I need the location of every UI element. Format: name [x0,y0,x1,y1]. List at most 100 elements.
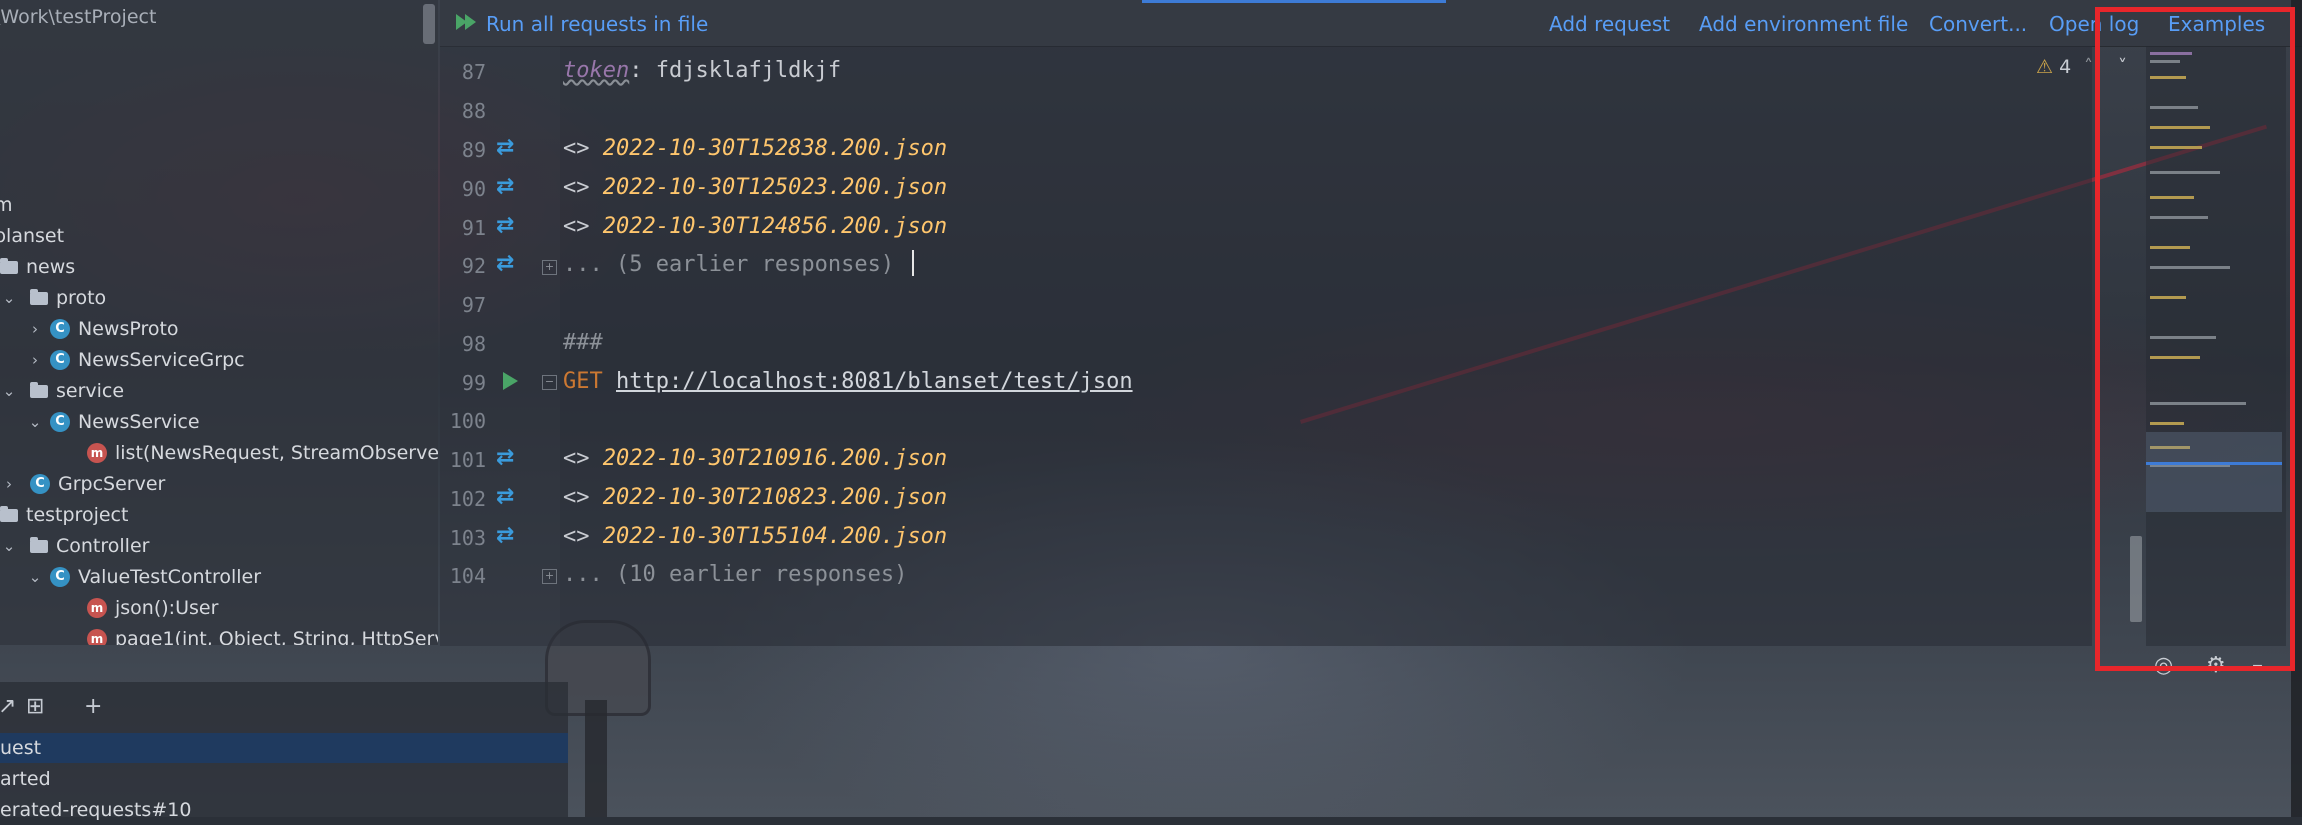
run-all-icon[interactable] [465,14,476,30]
earlier-responses-fold[interactable]: ... (10 earlier responses) [563,562,907,587]
folder-icon [30,288,48,305]
add-request-button[interactable]: Add request [1549,12,1670,36]
services-item[interactable]: uest [0,733,41,763]
services-item[interactable]: erated-requests#10 [0,795,191,825]
tree-item[interactable]: blanset [0,221,64,251]
run-all-button[interactable]: Run all requests in file [486,12,708,36]
tree-scrollbar[interactable] [423,4,435,44]
code-line-response[interactable]: <> 2022-10-30T155104.200.json [563,524,947,549]
tree-item-proto[interactable]: ⌄ proto [0,283,106,313]
convert-button[interactable]: Convert... [1929,12,2027,36]
tree-item-newsservice[interactable]: ⌄ C NewsService [26,407,200,437]
fold-icon[interactable]: − [542,375,557,390]
line-number: 99 [461,371,486,395]
chevron-down-icon[interactable]: ⌄ [0,376,18,406]
services-item[interactable]: arted [0,764,51,794]
add-icon[interactable]: + [84,694,102,719]
earlier-responses-fold[interactable]: ... (5 earlier responses) [563,252,894,277]
response-file-link[interactable]: 2022-10-30T152838.200.json [603,136,947,161]
tree-item-page1-method[interactable]: m page1(int, Object, String, HttpServ [87,624,438,645]
new-tab-icon[interactable]: ⊞ [26,694,44,719]
response-prefix: <> [563,485,603,510]
compare-responses-icon[interactable]: ⇄ [496,524,524,548]
chevron-right-icon[interactable]: › [0,469,18,499]
tree-item-label: json():User [115,597,219,619]
code-line-request[interactable]: GET http://localhost:8081/blanset/test/j… [563,369,1133,394]
compare-responses-icon[interactable]: ⇄ [496,214,524,238]
tree-item-newsproto[interactable]: › C NewsProto [26,314,179,344]
tree-item-label: NewsProto [78,318,179,340]
tree-item[interactable]: m [0,190,13,220]
tree-item-testproject[interactable]: testproject [0,500,128,530]
project-tree: \Work\testProject m blanset news ⌄ proto … [0,0,438,645]
warnings-indicator[interactable]: ⚠ 4 [2036,56,2071,78]
line-number: 87 [461,60,486,84]
method-icon: m [87,443,107,463]
tree-item-controller[interactable]: ⌄ Controller [0,531,150,561]
tree-item-list-method[interactable]: m list(NewsRequest, StreamObserver [87,438,438,468]
code-line-response[interactable]: <> 2022-10-30T124856.200.json [563,214,947,239]
tree-item-json-method[interactable]: m json():User [87,593,218,623]
tree-item-valuetestcontroller[interactable]: ⌄ C ValueTestController [26,562,261,592]
tab-indicator [1142,0,1446,3]
class-icon: C [50,319,70,339]
code-line-response[interactable]: <> 2022-10-30T210823.200.json [563,485,947,510]
compare-responses-icon[interactable]: ⇄ [496,446,524,470]
line-number: 92 [461,254,486,278]
class-icon: C [30,474,50,494]
run-request-icon[interactable] [503,372,518,390]
response-prefix: <> [563,136,603,161]
tree-item-label: testproject [26,504,129,526]
class-icon: C [50,567,70,587]
response-prefix: <> [563,446,603,471]
line-number: 90 [461,177,486,201]
response-file-link[interactable]: 2022-10-30T155104.200.json [603,524,947,549]
code-line-response[interactable]: <> 2022-10-30T152838.200.json [563,136,947,161]
tree-item-news[interactable]: news [0,252,75,282]
response-file-link[interactable]: 2022-10-30T125023.200.json [603,175,947,200]
code-line-token[interactable]: token: fdjsklafjldkjf [563,58,841,83]
tree-item-newsservicegrpc[interactable]: › C NewsServiceGrpc [26,345,245,375]
compare-responses-icon[interactable]: ⇄ [496,136,524,160]
text-cursor [912,250,914,276]
response-file-link[interactable]: 2022-10-30T210916.200.json [603,446,947,471]
warning-icon: ⚠ [2036,56,2054,78]
expand-icon[interactable]: ↗ [0,694,16,719]
chevron-down-icon[interactable]: ⌄ [0,283,18,313]
tree-item-label: blanset [0,225,65,247]
tree-item-label: service [56,380,125,402]
wallpaper-lamp-pole [585,700,607,817]
line-number: 98 [461,332,486,356]
fold-icon[interactable]: + [542,569,557,584]
compare-responses-icon[interactable]: ⇄ [496,485,524,509]
line-number: 102 [449,487,486,511]
code-line-response[interactable]: <> 2022-10-30T125023.200.json [563,175,947,200]
chevron-right-icon[interactable]: › [26,314,44,344]
line-number: 88 [461,99,486,123]
tree-item-label: GrpcServer [58,473,166,495]
line-number: 104 [449,564,486,588]
tree-item-service[interactable]: ⌄ service [0,376,124,406]
response-file-link[interactable]: 2022-10-30T124856.200.json [603,214,947,239]
selected-row-highlight [0,733,568,763]
fold-icon[interactable]: + [542,260,557,275]
chevron-up-icon[interactable]: ˄ [2084,56,2093,77]
tree-item-label: Controller [56,535,150,557]
chevron-down-icon[interactable]: ⌄ [26,407,44,437]
request-url[interactable]: http://localhost:8081/blanset/test/json [616,369,1133,394]
add-environment-button[interactable]: Add environment file [1699,12,1908,36]
compare-responses-icon[interactable]: ⇄ [496,252,524,276]
tree-item-grpcserver[interactable]: › C GrpcServer [0,469,165,499]
request-separator: ### [563,330,603,355]
response-file-link[interactable]: 2022-10-30T210823.200.json [603,485,947,510]
response-prefix: <> [563,524,603,549]
compare-responses-icon[interactable]: ⇄ [496,175,524,199]
folder-icon [0,505,18,522]
line-number: 97 [461,293,486,317]
chevron-right-icon[interactable]: › [26,345,44,375]
chevron-down-icon[interactable]: ⌄ [0,531,18,561]
chevron-down-icon[interactable]: ⌄ [26,562,44,592]
annotation-highlight-box [2095,7,2295,671]
code-line-response[interactable]: <> 2022-10-30T210916.200.json [563,446,947,471]
method-icon: m [87,629,107,645]
